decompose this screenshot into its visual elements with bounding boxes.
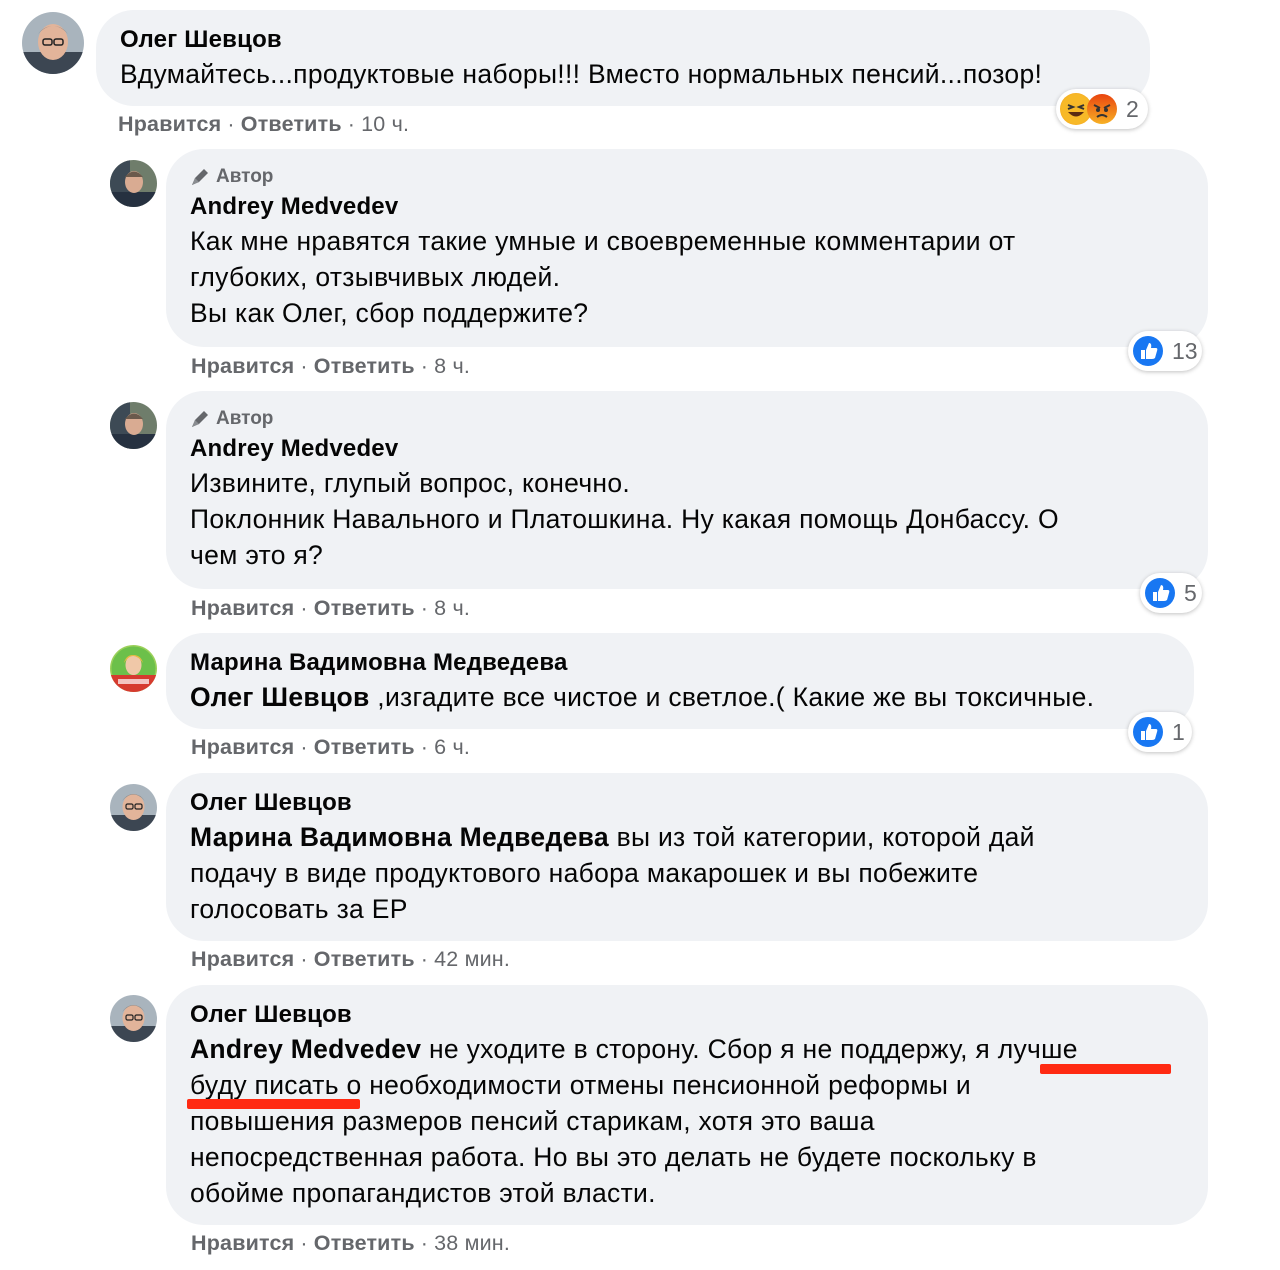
reply-button[interactable]: Ответить	[241, 112, 342, 136]
comment-time[interactable]: 10 ч.	[361, 112, 409, 136]
comment-actions: Нравится · Ответить · 42 мин.	[191, 945, 510, 973]
comment-text-line: обойме пропагандистов этой власти.	[190, 1178, 656, 1208]
pen-icon	[192, 411, 208, 427]
avatar[interactable]	[22, 12, 84, 74]
like-reaction-icon	[1132, 716, 1164, 748]
red-underline-annotation	[187, 1099, 360, 1109]
comment-text-line: непосредственная работа. Но вы это делат…	[190, 1142, 1037, 1172]
comment-text-line: глубоких, отзывчивых людей.	[190, 262, 561, 292]
comment-text-line: голосовать за ЕР	[190, 894, 408, 924]
comment-text-line: Марина Вадимовна Медведева вы из той кат…	[190, 819, 1184, 855]
mention-link[interactable]: Марина Вадимовна Медведева	[190, 822, 609, 852]
comment-time[interactable]: 6 ч.	[434, 735, 470, 759]
author-badge-label: Автор	[216, 166, 274, 187]
comment-actions: Нравится · Ответить · 10 ч.	[118, 110, 409, 138]
reply-button[interactable]: Ответить	[314, 947, 415, 971]
reply-button[interactable]: Ответить	[314, 596, 415, 620]
comment-author[interactable]: Andrey Medvedev	[190, 433, 1184, 465]
separator: ·	[420, 1231, 429, 1255]
comment-text-line: Как мне нравятся такие умные и своевреме…	[190, 226, 1016, 256]
comment-bubble: Автор Andrey Medvedev Извините, глупый в…	[166, 391, 1208, 589]
comment-bubble: Олег Шевцов Вдумайтесь...продуктовые наб…	[96, 10, 1150, 106]
like-button[interactable]: Нравится	[191, 735, 294, 759]
like-button[interactable]: Нравится	[191, 596, 294, 620]
comment-text-line: буду писать о необходимости отмены пенси…	[190, 1070, 971, 1100]
comment-text-line: Поклонник Навального и Платошкина. Ну ка…	[190, 504, 1059, 534]
comment-actions: Нравится · Ответить · 38 мин.	[191, 1229, 510, 1257]
comment-text: Олег Шевцов ,изгадите все чистое и светл…	[190, 679, 1170, 715]
reaction-count: 5	[1184, 579, 1197, 606]
separator: ·	[420, 354, 429, 378]
comment-author[interactable]: Олег Шевцов	[190, 999, 1184, 1031]
like-button[interactable]: Нравится	[191, 947, 294, 971]
comment-author[interactable]: Олег Шевцов	[120, 24, 1126, 56]
like-button[interactable]: Нравится	[191, 354, 294, 378]
separator: ·	[420, 596, 429, 620]
comment-author[interactable]: Andrey Medvedev	[190, 191, 1184, 223]
like-button[interactable]: Нравится	[191, 1231, 294, 1255]
author-badge: Автор	[190, 405, 1184, 433]
reply-button[interactable]: Ответить	[314, 354, 415, 378]
comment-text-rest: ,изгадите все чистое и светлое.( Какие ж…	[369, 682, 1095, 712]
like-button[interactable]: Нравится	[118, 112, 221, 136]
comment-actions: Нравится · Ответить · 6 ч.	[191, 733, 470, 761]
reply-button[interactable]: Ответить	[314, 1231, 415, 1255]
comment-author[interactable]: Олег Шевцов	[190, 787, 1184, 819]
red-underline-annotation	[1040, 1064, 1171, 1074]
avatar[interactable]	[110, 645, 157, 692]
comment-text-rest: не уходите в сторону. Сбор я не поддержу…	[421, 1034, 1078, 1064]
separator: ·	[300, 596, 308, 620]
comment-actions: Нравится · Ответить · 8 ч.	[191, 352, 470, 380]
comment-bubble: Автор Andrey Medvedev Как мне нравятся т…	[166, 149, 1208, 347]
comment-actions: Нравится · Ответить · 8 ч.	[191, 594, 470, 622]
comment-text-line: подачу в виде продуктового набора макаро…	[190, 858, 979, 888]
reaction-summary[interactable]: 2	[1056, 89, 1148, 129]
pen-icon	[192, 169, 208, 185]
author-badge: Автор	[190, 163, 1184, 191]
angry-reaction-icon	[1086, 93, 1118, 125]
reaction-summary[interactable]: 1	[1128, 712, 1192, 752]
comment-text-rest: вы из той категории, которой дай	[608, 822, 1035, 852]
comment-text: Вдумайтесь...продуктовые наборы!!! Вмест…	[120, 59, 1043, 89]
like-reaction-icon	[1132, 335, 1164, 367]
comment-time[interactable]: 38 мин.	[434, 1231, 510, 1255]
reaction-summary[interactable]: 13	[1128, 331, 1202, 371]
comment-time[interactable]: 8 ч.	[434, 354, 470, 378]
mention-link[interactable]: Andrey Medvedev	[190, 1034, 421, 1064]
separator: ·	[300, 1231, 308, 1255]
avatar[interactable]	[110, 160, 157, 207]
reaction-count: 1	[1172, 718, 1185, 745]
reaction-count: 2	[1126, 95, 1139, 122]
separator: ·	[300, 947, 308, 971]
separator: ·	[420, 947, 429, 971]
separator: ·	[300, 735, 308, 759]
comment-text-line: Вы как Олег, сбор поддержите?	[190, 298, 589, 328]
author-badge-label: Автор	[216, 408, 274, 429]
comment-time[interactable]: 42 мин.	[434, 947, 510, 971]
separator: ·	[300, 354, 308, 378]
separator: ·	[347, 112, 356, 136]
comment-text-line: Извините, глупый вопрос, конечно.	[190, 468, 631, 498]
separator: ·	[420, 735, 429, 759]
comment-author[interactable]: Марина Вадимовна Медведева	[190, 647, 1170, 679]
comment-text-line: Andrey Medvedev не уходите в сторону. Сб…	[190, 1031, 1184, 1067]
avatar[interactable]	[110, 995, 157, 1042]
separator: ·	[227, 112, 235, 136]
reaction-summary[interactable]: 5	[1140, 573, 1202, 613]
reply-button[interactable]: Ответить	[314, 735, 415, 759]
comment-bubble: Олег Шевцов Марина Вадимовна Медведева в…	[166, 773, 1208, 941]
comment-time[interactable]: 8 ч.	[434, 596, 470, 620]
avatar[interactable]	[110, 784, 157, 831]
avatar[interactable]	[110, 402, 157, 449]
like-reaction-icon	[1144, 577, 1176, 609]
mention-link[interactable]: Олег Шевцов	[190, 682, 370, 712]
reaction-count: 13	[1172, 337, 1198, 364]
comment-bubble: Марина Вадимовна Медведева Олег Шевцов ,…	[166, 633, 1194, 729]
comment-text-line: чем это я?	[190, 540, 324, 570]
